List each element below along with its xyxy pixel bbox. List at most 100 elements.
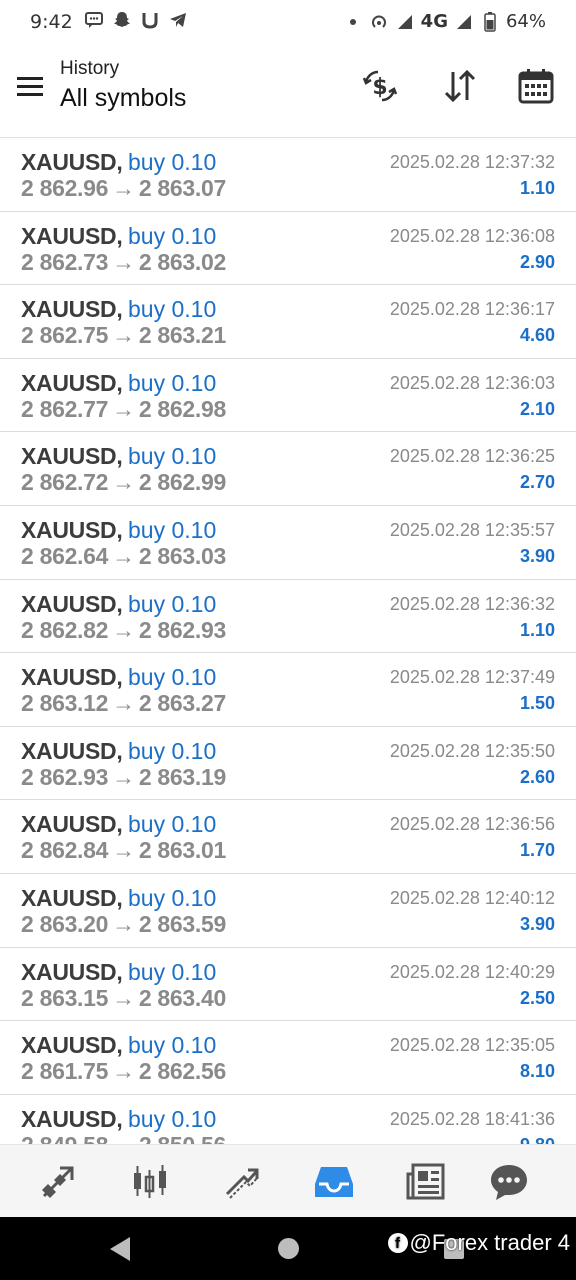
trade-side-volume: buy 0.10 (128, 222, 217, 249)
trade-side-volume: buy 0.10 (128, 884, 217, 911)
trade-symbol: XAUUSD, (21, 296, 123, 323)
close-price: 2 862.98 (138, 395, 226, 422)
trade-symbol: XAUUSD, (21, 443, 123, 470)
back-icon[interactable] (110, 1237, 130, 1261)
trade-side-volume: buy 0.10 (128, 590, 217, 617)
open-price: 2 862.84 (21, 837, 109, 864)
svg-text:$: $ (372, 75, 387, 100)
trade-profit: 4.60 (519, 325, 555, 346)
price-arrow: → (112, 837, 135, 864)
price-arrow: → (112, 984, 135, 1011)
bottom-navigation (0, 1144, 576, 1217)
trade-side-volume: buy 0.10 (128, 958, 217, 985)
close-price: 2 863.02 (138, 248, 226, 275)
currency-exchange-icon[interactable]: $ (358, 64, 402, 108)
close-price: 2 862.93 (138, 616, 226, 643)
trade-prices: 2 862.84 → 2 863.01 (21, 837, 226, 864)
trade-prices: 2 862.73 → 2 863.02 (21, 249, 226, 276)
trade-row[interactable]: XAUUSD, buy 0.10 2 862.96 → 2 863.07 2025.02.… (0, 138, 576, 212)
trade-row[interactable]: XAUUSD, buy 0.10 2 862.84 → 2 863.01 2025.02.… (0, 800, 576, 874)
trade-row[interactable]: XAUUSD, buy 0.10 2 862.73 → 2 863.02 2025.02.… (0, 212, 576, 286)
trade-row[interactable]: XAUUSD, buy 0.10 2 862.72 → 2 862.99 2025.02.… (0, 432, 576, 506)
trade-time: 2025.02.28 12:40:29 (389, 961, 555, 982)
trade-row[interactable]: XAUUSD, buy 0.10 2 862.77 → 2 862.98 2025.02.… (0, 359, 576, 433)
trade-symbol: XAUUSD, (21, 664, 123, 691)
trade-row[interactable]: XAUUSD, buy 0.10 2 862.75 → 2 863.21 2025.02.… (0, 285, 576, 359)
trade-row[interactable]: XAUUSD, buy 0.10 2 862.93 → 2 863.19 2025.02.… (0, 727, 576, 801)
trade-prices: 2 863.12 → 2 863.27 (21, 690, 226, 717)
trade-time: 2025.02.28 12:36:25 (389, 446, 555, 467)
menu-icon[interactable] (14, 70, 46, 102)
u-icon (140, 10, 160, 30)
trade-prices: 2 849.58 → 2 850.56 (21, 1132, 226, 1144)
trade-profit: 2.10 (519, 398, 555, 419)
chart-icon[interactable] (127, 1159, 173, 1205)
trade-time: 2025.02.28 12:37:32 (389, 152, 555, 172)
trade-profit: 2.70 (519, 472, 555, 493)
trade-profit: 1.10 (519, 619, 555, 640)
close-price: 2 863.03 (138, 542, 226, 569)
history-icon[interactable] (311, 1159, 357, 1205)
trade-prices: 2 862.93 → 2 863.19 (21, 764, 226, 791)
trade-side-volume: buy 0.10 (128, 737, 217, 764)
open-price: 2 863.15 (21, 984, 109, 1011)
trade-row[interactable]: XAUUSD, buy 0.10 2 863.20 → 2 863.59 2025.02.… (0, 874, 576, 948)
trade-symbol: XAUUSD, (21, 811, 123, 838)
page-subtitle: History (60, 58, 120, 79)
trade-side-volume: buy 0.10 (128, 516, 217, 543)
battery-level: 64% (505, 11, 546, 32)
close-price: 2 863.59 (138, 910, 226, 937)
trade-side-volume: buy 0.10 (128, 149, 217, 175)
trade-row[interactable]: XAUUSD, buy 0.10 2 862.82 → 2 862.93 2025.02.… (0, 580, 576, 654)
trade-symbol: XAUUSD, (21, 958, 123, 985)
news-icon[interactable] (403, 1159, 449, 1205)
trade-side-volume: buy 0.10 (128, 296, 217, 323)
trade-row[interactable]: XAUUSD,buy 0.10 2 849.58 → 2 850.56 2025.02.… (0, 1095, 576, 1144)
hotspot-icon (369, 12, 389, 32)
system-navigation-bar: f @Forex trader 4 (0, 1217, 576, 1280)
trade-symbol: XAUUSD, (21, 590, 123, 617)
status-bar: 9:42 4G 64% (0, 0, 576, 44)
status-right: 4G 64% (343, 11, 546, 32)
sort-icon[interactable] (438, 64, 482, 108)
trade-prices: 2 862.82 → 2 862.93 (21, 617, 226, 644)
trade-row[interactable]: XAUUSD, buy 0.10 2 863.12 → 2 863.27 2025.02.… (0, 653, 576, 727)
app-bar: History All symbols $ (0, 44, 576, 138)
trade-time: 2025.02.28 18:41:36 (389, 1108, 555, 1129)
trade-row[interactable]: XAUUSD, buy 0.10 2 863.15 → 2 863.40 2025.02.… (0, 948, 576, 1022)
price-arrow: → (112, 1132, 135, 1144)
trade-prices: 2 861.75 → 2 862.56 (21, 1058, 226, 1085)
trade-row[interactable]: XAUUSD, buy 0.10 2 862.64 → 2 863.03 2025.02.… (0, 506, 576, 580)
signal-icon (395, 12, 415, 32)
trade-history-list[interactable]: XAUUSD, buy 0.10 2 862.96 → 2 863.07 2025.02.… (0, 138, 576, 1144)
price-arrow: → (112, 1058, 135, 1085)
price-arrow: → (112, 542, 135, 569)
trade-icon[interactable] (219, 1159, 265, 1205)
messages-icon[interactable] (486, 1159, 532, 1205)
quotes-icon[interactable] (35, 1159, 81, 1205)
close-price: 2 863.40 (138, 984, 226, 1011)
page-title[interactable]: All symbols (60, 84, 186, 113)
close-price: 2 863.01 (138, 837, 226, 864)
open-price: 2 862.64 (21, 542, 109, 569)
message-icon (84, 10, 104, 30)
trade-time: 2025.02.28 12:35:05 (389, 1035, 555, 1056)
trade-side-volume: buy 0.10 (128, 811, 217, 838)
trade-profit: 1.50 (519, 693, 555, 714)
price-arrow: → (112, 175, 135, 201)
trade-time: 2025.02.28 12:35:57 (389, 519, 555, 540)
trade-row[interactable]: XAUUSD, buy 0.10 2 861.75 → 2 862.56 2025.02.… (0, 1021, 576, 1095)
trade-time: 2025.02.28 12:36:56 (389, 814, 555, 835)
price-arrow: → (112, 469, 135, 496)
home-icon[interactable] (278, 1238, 299, 1259)
trade-time: 2025.02.28 12:36:17 (389, 299, 555, 320)
trade-profit: 1.10 (519, 178, 555, 198)
price-arrow: → (112, 763, 135, 790)
open-price: 2 862.82 (21, 616, 109, 643)
network-type: 4G (420, 11, 448, 32)
open-price: 2 863.12 (21, 690, 109, 717)
open-price: 2 862.72 (21, 469, 109, 496)
trade-profit: 2.90 (519, 251, 555, 272)
trade-time: 2025.02.28 12:36:08 (389, 225, 555, 246)
calendar-icon[interactable] (514, 64, 558, 108)
